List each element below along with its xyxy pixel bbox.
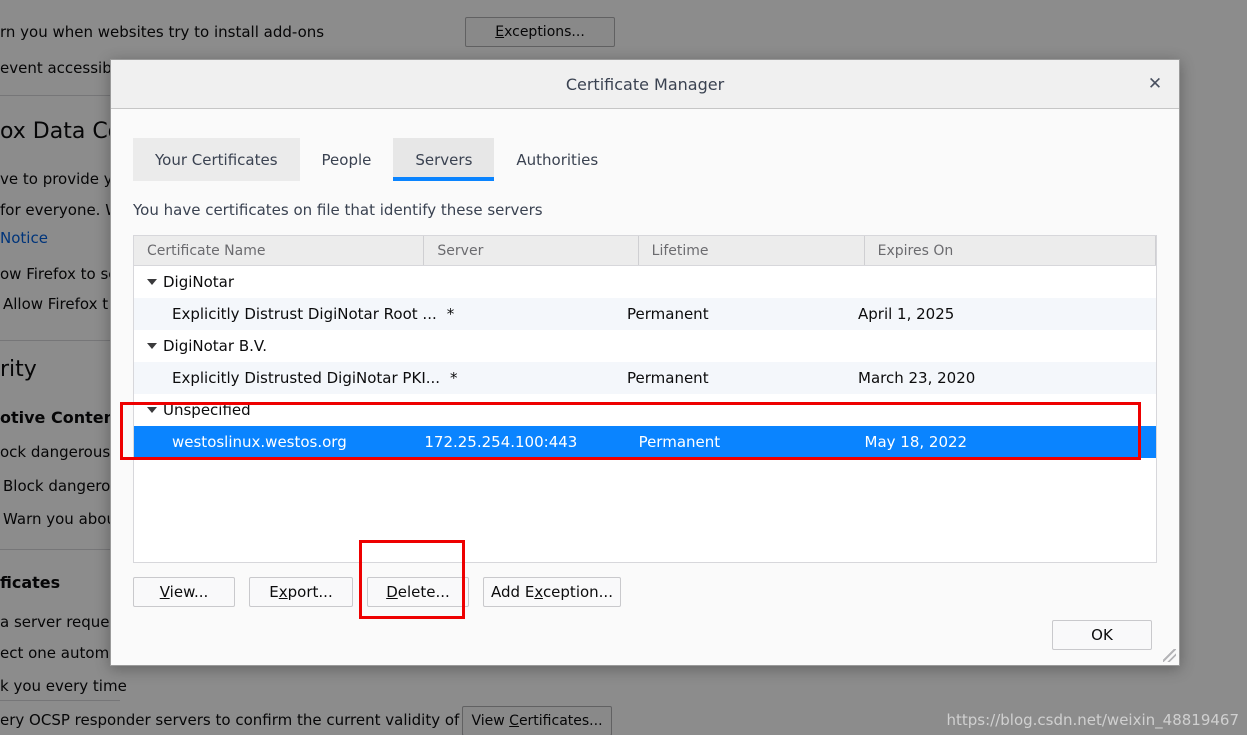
background-button-view-certificates[interactable]: View Certificates... <box>462 706 612 735</box>
group-label: DigiNotar B.V. <box>163 337 267 355</box>
twisty-expanded-icon[interactable] <box>147 407 157 413</box>
background-text-line: ery OCSP responder servers to confirm th… <box>0 711 460 729</box>
server-cell: 172.25.254.100:443 <box>424 433 578 451</box>
expires-on-cell: May 18, 2022 <box>864 433 968 451</box>
expires-on-cell: April 1, 2025 <box>858 305 955 323</box>
certificate-name: Explicitly Distrust DigiNotar Root ... <box>172 305 437 323</box>
button-label: Delete... <box>386 583 450 601</box>
column-header-server[interactable]: Server <box>423 236 637 265</box>
background-text-line: otive Content <box>0 408 123 427</box>
view-button[interactable]: View... <box>133 577 235 607</box>
group-name-cell: DigiNotar B.V. <box>134 337 430 355</box>
export-button[interactable]: Export... <box>249 577 353 607</box>
background-text-line: ow Firefox to se <box>0 265 118 283</box>
background-text-line: a server request <box>0 613 124 631</box>
background-text-line: Block dangerou <box>3 477 120 495</box>
background-text-line: ect one automa <box>0 644 119 662</box>
tab-your-certificates[interactable]: Your Certificates <box>133 138 300 181</box>
dialog-action-buttons: View... Export... Delete... Add Exception..… <box>133 577 1157 607</box>
add-exception-button[interactable]: Add Exception... <box>483 577 621 607</box>
watermark: https://blog.csdn.net/weixin_48819467 <box>946 711 1239 729</box>
screen: rn you when websites try to install add-… <box>0 0 1247 735</box>
tab-description: You have certificates on file that ident… <box>133 201 543 219</box>
background-text-line: ficates <box>0 573 61 592</box>
server-cell: * <box>450 369 458 387</box>
group-name-cell: DigiNotar <box>134 273 430 291</box>
table-header-row: Certificate Name Server Lifetime Expires… <box>134 236 1156 266</box>
background-text-line: for everyone. W <box>0 201 121 219</box>
background-text-line: rity <box>0 357 37 382</box>
lifetime-cell: Permanent <box>627 305 709 323</box>
tab-label: Your Certificates <box>155 150 278 169</box>
button-label: Add Exception... <box>491 583 613 601</box>
button-label: Exceptions... <box>495 24 585 40</box>
certificate-name-cell: westoslinux.westos.org <box>134 433 424 451</box>
tree-group-row[interactable]: DigiNotar B.V. <box>134 330 1156 362</box>
column-picker-icon <box>1155 243 1156 258</box>
table-body[interactable]: DigiNotar Explicitly Distrust DigiNotar R… <box>134 266 1156 562</box>
button-label: View Certificates... <box>471 713 603 729</box>
resize-grip[interactable] <box>1163 649 1176 662</box>
certificate-name-cell: Explicitly Distrusted DigiNotar PKI... <box>134 369 450 387</box>
dialog-title: Certificate Manager <box>565 74 725 94</box>
column-header-lifetime[interactable]: Lifetime <box>637 236 864 265</box>
tab-label: Authorities <box>516 150 599 169</box>
button-label: Export... <box>269 583 333 601</box>
divider <box>0 700 120 701</box>
certificate-name: Explicitly Distrusted DigiNotar PKI... <box>172 369 441 387</box>
certificate-row[interactable]: Explicitly Distrust DigiNotar Root ... * P… <box>134 298 1156 330</box>
certificate-name-cell: Explicitly Distrust DigiNotar Root ... <box>134 305 447 323</box>
group-name-cell: Unspecified <box>134 401 430 419</box>
certificate-name: westoslinux.westos.org <box>172 433 347 451</box>
column-header-certificate-name[interactable]: Certificate Name <box>134 236 423 265</box>
column-picker-button[interactable] <box>1155 236 1156 265</box>
certificate-tree[interactable]: Certificate Name Server Lifetime Expires… <box>133 235 1157 563</box>
tab-authorities[interactable]: Authorities <box>494 138 620 181</box>
certificate-row[interactable]: Explicitly Distrusted DigiNotar PKI... * P… <box>134 362 1156 394</box>
dialog-titlebar: Certificate Manager ✕ <box>111 60 1179 109</box>
background-text-line: rn you when websites try to install add-… <box>0 23 325 41</box>
delete-button[interactable]: Delete... <box>367 577 469 607</box>
background-text-line: Warn you abou <box>3 510 116 528</box>
tab-servers[interactable]: Servers <box>393 138 495 181</box>
tab-label: People <box>321 150 372 169</box>
background-text-line: Notice <box>0 229 48 247</box>
background-text-line: ox Data Co <box>0 119 122 144</box>
group-label: Unspecified <box>163 401 251 419</box>
tab-label: Servers <box>415 150 473 169</box>
twisty-expanded-icon[interactable] <box>147 343 157 349</box>
close-icon[interactable]: ✕ <box>1141 70 1169 98</box>
tab-strip: Your Certificates People Servers Authoritie… <box>133 138 1179 181</box>
dialog-body: Your Certificates People Servers Authoritie… <box>111 109 1179 665</box>
background-text-line: k you every time <box>0 677 127 695</box>
ok-button-row: OK <box>133 620 1152 650</box>
tree-group-row[interactable]: DigiNotar <box>134 266 1156 298</box>
server-cell: * <box>446 305 455 323</box>
group-label: DigiNotar <box>163 273 235 291</box>
lifetime-cell: Permanent <box>638 433 721 451</box>
lifetime-cell: Permanent <box>627 369 709 387</box>
background-text-line: Allow Firefox t <box>3 295 109 313</box>
tree-group-row[interactable]: Unspecified <box>134 394 1156 426</box>
expires-on-cell: March 23, 2020 <box>858 369 976 387</box>
certificate-row[interactable]: westoslinux.westos.org 172.25.254.100:443… <box>134 426 1156 458</box>
background-text-line: ve to provide yo <box>0 170 122 188</box>
background-button-exceptions[interactable]: Exceptions... <box>465 17 615 47</box>
tab-people[interactable]: People <box>300 138 394 181</box>
button-label: View... <box>159 583 209 601</box>
ok-button[interactable]: OK <box>1052 620 1152 650</box>
column-header-expires-on[interactable]: Expires On <box>863 236 1155 265</box>
certificate-manager-dialog: Certificate Manager ✕ Your Certificates P… <box>110 59 1180 666</box>
twisty-expanded-icon[interactable] <box>147 279 157 285</box>
